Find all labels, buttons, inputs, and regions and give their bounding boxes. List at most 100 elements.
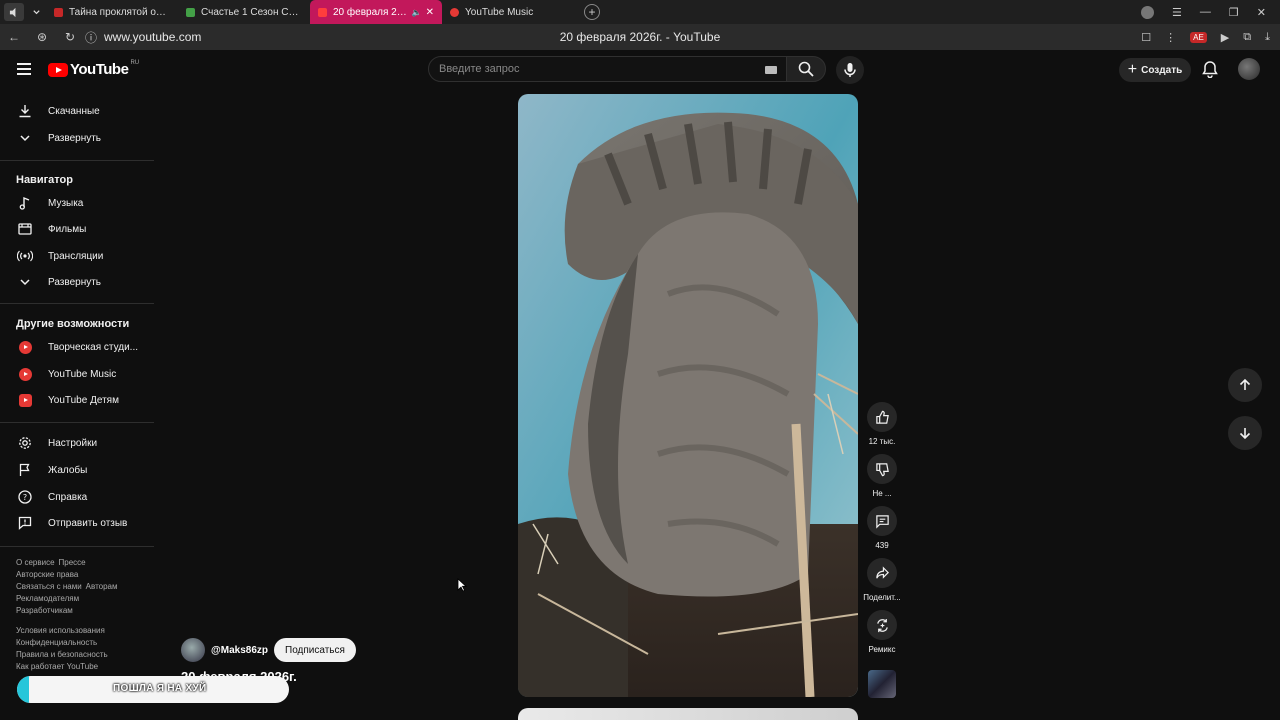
sound-thumbnail[interactable] [868, 670, 896, 698]
bell-icon[interactable] [1201, 60, 1219, 78]
site-info-icon[interactable]: ⓘ [84, 29, 98, 46]
search-input[interactable] [439, 63, 739, 75]
url-field[interactable]: www.youtube.com [104, 30, 201, 44]
footer-link[interactable]: Правила и безопасность [16, 650, 108, 659]
mouse-cursor-icon [457, 578, 467, 592]
sidebar-divider [0, 160, 154, 161]
flag-icon [17, 462, 33, 478]
tab-list-chevron-icon[interactable] [26, 3, 46, 21]
remix-icon [867, 610, 897, 640]
media-icon[interactable]: ▶ [1221, 31, 1229, 44]
footer-link[interactable]: Как работает YouTube [16, 662, 98, 671]
sidebar-item-youtube-music[interactable]: YouTube Music [0, 361, 154, 387]
restore-icon[interactable]: ❐ [1229, 6, 1239, 19]
sidebar-item-label: Трансляции [48, 250, 104, 262]
country-code: RU [130, 59, 140, 66]
music-note-icon [17, 195, 33, 211]
footer-link[interactable]: Разработчикам [16, 606, 73, 615]
sidebar-item-label: YouTube Детям [48, 394, 119, 406]
dislike-label: Не ... [872, 489, 892, 498]
voice-search-button[interactable] [836, 56, 864, 84]
sidebar-toggle-icon[interactable] [4, 3, 24, 21]
reload-icon[interactable]: ↻ [56, 30, 84, 44]
like-button[interactable]: 12 тыс. [860, 402, 904, 446]
footer-link[interactable]: Прессе [59, 558, 86, 567]
footer-links-secondary: Условия использования Конфиденциальность… [16, 625, 146, 673]
short-video-player[interactable] [518, 94, 858, 697]
comments-button[interactable]: 439 [860, 506, 904, 550]
channel-avatar[interactable] [181, 638, 205, 662]
menu-hamburger-icon[interactable] [17, 63, 31, 75]
share-label: Поделит... [863, 593, 901, 602]
thumbs-down-icon [867, 454, 897, 484]
sidebar-item-settings[interactable]: Настройки [0, 430, 154, 456]
footer-link[interactable]: Авторские права [16, 570, 78, 579]
browser-tab-1[interactable]: Счастье 1 Сезон Смотре [178, 0, 310, 24]
search-button[interactable] [786, 56, 826, 82]
keyboard-icon[interactable] [765, 66, 777, 74]
footer-link[interactable]: Конфиденциальность [16, 638, 97, 647]
browser-tab-2[interactable]: 20 февраля 2026г. 🔈 ✕ [310, 0, 442, 24]
back-icon[interactable]: ← [0, 30, 28, 44]
more-icon[interactable]: ⋮ [1165, 31, 1176, 44]
arrow-up-icon [1239, 378, 1251, 390]
tab-audio-icon[interactable]: 🔈 [412, 8, 422, 17]
previous-short-button[interactable] [1228, 368, 1262, 402]
collections-icon[interactable]: ⧉ [1243, 31, 1251, 44]
footer-link[interactable]: Условия использования [16, 626, 105, 635]
gear-icon [17, 435, 33, 451]
extension-badge[interactable]: AE [1190, 31, 1207, 43]
guide-sidebar: Скачанные Развернуть Навигатор Музыка Фи… [0, 88, 154, 720]
navigator-heading: Навигатор [16, 174, 73, 186]
tab-close-icon[interactable]: ✕ [426, 7, 434, 18]
menu-icon[interactable]: ☰ [1172, 6, 1182, 19]
browser-tab-0[interactable]: Тайна проклятой обител [46, 0, 178, 24]
remix-button[interactable]: Ремикс [860, 610, 904, 654]
youtube-music-icon [17, 366, 33, 382]
minimize-icon[interactable]: — [1200, 6, 1211, 18]
create-button[interactable]: + Создать [1119, 58, 1191, 82]
protect-icon[interactable]: ⊛ [28, 30, 56, 44]
youtube-masthead: YouTube RU + Создать [0, 50, 1280, 88]
comment-count: 439 [875, 541, 889, 550]
footer-link[interactable]: Рекламодателям [16, 594, 79, 603]
next-short-button[interactable] [1228, 416, 1262, 450]
profile-icon[interactable] [1141, 5, 1155, 19]
browser-tab-3[interactable]: YouTube Music [442, 0, 574, 24]
browser-tab-bar: Тайна проклятой обител Счастье 1 Сезон С… [0, 0, 1280, 24]
short-channel-row: @Maks86zp Подписаться [181, 638, 356, 662]
sidebar-item-reports[interactable]: Жалобы [0, 457, 154, 483]
sidebar-item-expand[interactable]: Развернуть [0, 125, 154, 151]
subscribe-button[interactable]: Подписаться [274, 638, 356, 662]
window-controls: ☰ — ❐ ✕ [1141, 0, 1280, 24]
plus-icon: + [1127, 61, 1138, 78]
footer-link[interactable]: О сервисе [16, 558, 55, 567]
next-short-preview[interactable] [518, 708, 858, 720]
new-tab-button[interactable]: + [584, 4, 600, 20]
sidebar-item-help[interactable]: ? Справка [0, 484, 154, 510]
sidebar-item-feedback[interactable]: Отправить отзыв [0, 510, 154, 536]
channel-name[interactable]: @Maks86zp [211, 645, 268, 656]
sidebar-item-downloads[interactable]: Скачанные [0, 98, 154, 124]
search-icon [798, 61, 814, 77]
share-button[interactable]: Поделит... [860, 558, 904, 602]
sidebar-item-live[interactable]: Трансляции [0, 243, 154, 269]
close-window-icon[interactable]: ✕ [1257, 6, 1266, 19]
download-browser-icon[interactable]: ⤓ [1265, 31, 1270, 44]
bookmark-icon[interactable]: ☐ [1141, 31, 1151, 44]
film-icon [17, 221, 33, 237]
youtube-play-icon [48, 62, 68, 77]
sidebar-item-youtube-kids[interactable]: YouTube Детям [0, 387, 154, 413]
sidebar-item-label: Развернуть [48, 132, 102, 144]
sidebar-item-films[interactable]: Фильмы [0, 216, 154, 242]
sidebar-item-expand-navigator[interactable]: Развернуть [0, 269, 154, 295]
footer-link[interactable]: Авторам [86, 582, 118, 591]
footer-link[interactable]: Связаться с нами [16, 582, 82, 591]
dislike-button[interactable]: Не ... [860, 454, 904, 498]
youtube-logo[interactable]: YouTube RU [48, 59, 140, 78]
sidebar-item-studio[interactable]: Творческая студи... [0, 334, 154, 360]
overlay-text: ПОШЛА Я НА ХУЙ [113, 683, 207, 694]
sidebar-item-music[interactable]: Музыка [0, 190, 154, 216]
account-avatar[interactable] [1238, 58, 1260, 80]
download-icon [17, 103, 33, 119]
